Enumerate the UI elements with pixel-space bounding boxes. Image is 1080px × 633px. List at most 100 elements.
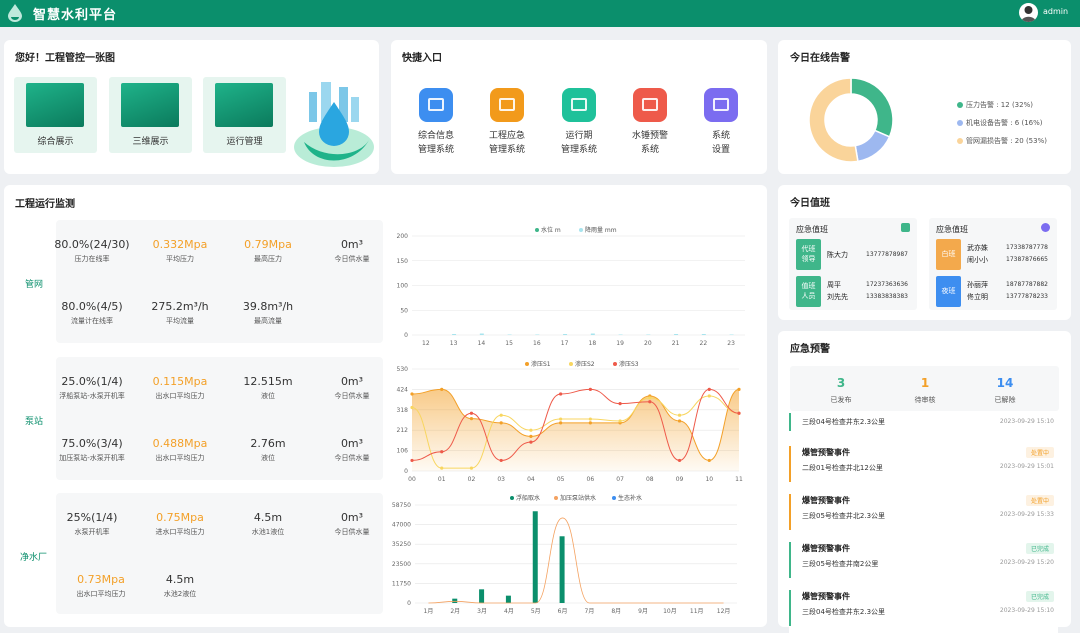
y-tick-label: 530: [397, 366, 409, 373]
quick-entry-icon-3[interactable]: [633, 88, 667, 122]
legend-label: 生态补水: [618, 494, 642, 502]
x-tick-label: 10月: [663, 608, 677, 615]
duty-person-phone: 17338787778: [1006, 244, 1048, 251]
y-tick-label: 35250: [392, 541, 411, 548]
metric-label: 今日供水量: [334, 255, 370, 263]
warning-item-desc: 三段04号检查井东2.3公里: [802, 608, 886, 616]
warning-item-title: 爆管预警事件: [802, 448, 850, 457]
warning-item-desc: 三段05号检查井南2公里: [802, 560, 879, 568]
series-line: [428, 517, 724, 604]
duty-shift-tag: 代班 领导: [796, 239, 821, 270]
overview-card: 您好！工程管控一张图 综合展示 三维展示 运行管理: [4, 40, 379, 174]
data-point: [469, 411, 474, 415]
metric-label: 出水口平均压力: [155, 392, 205, 400]
x-tick-label: 3月: [477, 608, 487, 615]
username[interactable]: admin: [1043, 7, 1068, 16]
tile-operation[interactable]: 运行管理: [203, 77, 286, 153]
metric-value: 0.332Mpa: [152, 238, 208, 251]
donut-slice-1[interactable]: [854, 129, 891, 163]
quick-entry-label-4[interactable]: 系统 设置: [686, 129, 756, 157]
warning-item[interactable]: 爆管预警事件 二段01号检查井北12公里 2023-09-29 15:01 处置中: [789, 446, 1058, 490]
metric-value: 0.115Mpa: [152, 375, 208, 388]
quick-entry-label-0[interactable]: 综合信息 管理系统: [401, 129, 471, 157]
warning-item[interactable]: 三段04号检查井东2.3公里 2023-09-29 15:10: [789, 413, 1058, 435]
warning-item-title: 爆管预警事件: [802, 496, 850, 505]
seepage-pressure-chart: 渗压S1 渗压S2 渗压S3 530 424 318 212 106 000 01 02 03 04 05…: [397, 360, 743, 483]
bar: [452, 334, 457, 335]
x-tick-label: 19: [616, 340, 624, 347]
metric-value: 275.2m³/h: [151, 300, 209, 313]
data-point: [588, 421, 592, 425]
metric-label: 今日供水量: [334, 454, 370, 462]
x-tick-label: 20: [644, 340, 652, 347]
metric-value: 12.515m: [243, 375, 293, 388]
water-supply-chart: 浮船取水 加压泵站供水 生态补水58750470003525023500117500…: [392, 494, 737, 615]
warning-stat-value: 1: [920, 376, 930, 390]
status-badge: 已完成: [1025, 591, 1054, 602]
quick-entry-label-1[interactable]: 工程应急 管理系统: [472, 129, 542, 157]
quick-entry-icon-2[interactable]: [562, 88, 596, 122]
x-tick-label: 10: [705, 476, 713, 483]
water-illustration-icon: [294, 82, 374, 167]
app-title: 智慧水利平台: [33, 8, 118, 23]
metric-label: 流量计在线率: [71, 317, 113, 325]
legend-dot-icon: [957, 102, 963, 108]
x-tick-label: 21: [672, 340, 680, 347]
donut-slice-2[interactable]: [808, 77, 859, 163]
quick-entry-label-2[interactable]: 运行期 管理系统: [544, 129, 614, 157]
metric-value: 25.0%(1/4): [61, 375, 123, 388]
data-point: [529, 428, 533, 432]
y-tick-label: 150: [397, 258, 409, 265]
alarm-legend-item-0: 压力告警 : 12 (32%): [957, 100, 1033, 110]
x-tick-label: 02: [468, 476, 476, 483]
display-screen-icon: [26, 83, 84, 127]
metric-value: 0.488Mpa: [152, 437, 208, 450]
bar: [479, 333, 484, 335]
legend-label: 水位 m: [541, 226, 561, 234]
quick-entry-icon-0[interactable]: [419, 88, 453, 122]
warning-item-title: 爆管预警事件: [802, 592, 850, 601]
status-badge: 处置中: [1025, 447, 1054, 458]
warning-stat-value: 14: [996, 376, 1014, 390]
data-point: [707, 458, 711, 463]
metric-label: 出水口平均压力: [155, 454, 205, 462]
donut-slice-0[interactable]: [850, 77, 894, 138]
tile-comprehensive[interactable]: 综合展示: [14, 77, 97, 153]
duty-person-phone: 18787787882: [1006, 281, 1048, 288]
bar: [532, 511, 538, 603]
data-point: [677, 413, 682, 417]
quick-entry-label-3[interactable]: 水锤预警 系统: [615, 129, 685, 157]
monitor-title: 工程运行监测: [15, 199, 75, 210]
data-point: [618, 402, 622, 406]
duty-person-name: 武亦姝: [967, 244, 988, 252]
data-point: [559, 417, 563, 421]
x-tick-label: 13: [450, 340, 458, 347]
y-tick-label: 200: [397, 233, 409, 240]
section-name-0: 管网: [25, 280, 44, 290]
metric-label: 水泵开机率: [74, 528, 110, 536]
quick-entry-icon-4[interactable]: [704, 88, 738, 122]
tile-3d[interactable]: 三维展示: [109, 77, 192, 153]
warning-item-desc: 三段04号检查井东2.3公里: [802, 418, 886, 426]
duty-person-phone: 17387876665: [1006, 256, 1048, 263]
warning-item[interactable]: 爆管预警事件 三段05号检查井北2.3公里 2023-09-29 15:33 处置中: [789, 494, 1058, 538]
quick-entry-icon-1[interactable]: [490, 88, 524, 122]
user-avatar[interactable]: [1019, 3, 1038, 22]
data-point: [440, 387, 444, 391]
x-tick-label: 7月: [585, 608, 595, 615]
warning-item[interactable]: 爆管预警事件 三段04号检查井东2.3公里 2023-09-29 15:10 已完成: [789, 590, 1058, 633]
warning-item-desc: 三段05号检查井北2.3公里: [802, 512, 886, 520]
x-tick-label: 06: [587, 476, 595, 483]
status-badge: 处置中: [1025, 495, 1054, 506]
metric-value: 0m³: [340, 375, 364, 388]
section-name-2: 净水厂: [20, 553, 48, 563]
data-point: [677, 419, 682, 423]
x-tick-label: 12: [422, 340, 430, 347]
warning-item[interactable]: 爆管预警事件 三段05号检查井南2公里 2023-09-29 15:20 已完成: [789, 542, 1058, 586]
x-tick-label: 17: [561, 340, 569, 347]
x-tick-label: 01: [438, 476, 446, 483]
legend-label: 渗压S3: [619, 360, 639, 368]
duty-group-title: 应急值班: [796, 225, 828, 234]
metric-label: 平均流量: [166, 317, 194, 325]
y-tick-label: 23500: [392, 561, 411, 568]
